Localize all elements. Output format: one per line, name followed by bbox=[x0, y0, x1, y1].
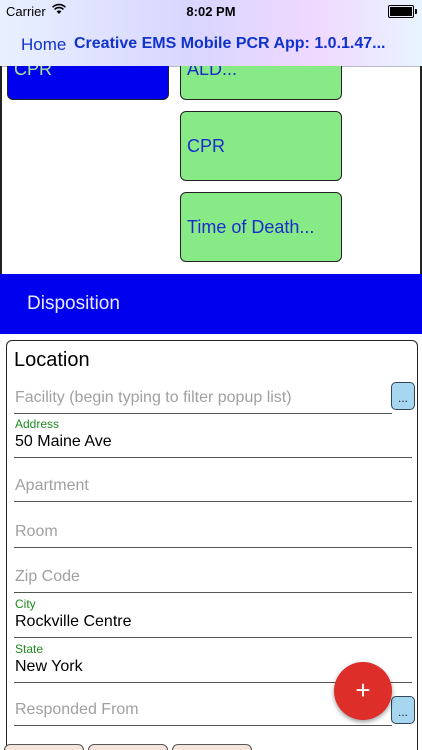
address-field[interactable]: Address 50 Maine Ave bbox=[14, 417, 412, 458]
state-value: New York bbox=[15, 658, 83, 675]
home-button[interactable]: Home bbox=[21, 35, 66, 55]
battery-icon bbox=[388, 5, 417, 18]
location-title: Location bbox=[14, 349, 90, 371]
bottom-tab-1[interactable] bbox=[4, 744, 84, 750]
disposition-header[interactable]: Disposition bbox=[0, 274, 422, 334]
address-value: 50 Maine Ave bbox=[15, 433, 112, 450]
responded-from-picker-button[interactable]: ... bbox=[391, 696, 415, 724]
city-field[interactable]: City Rockville Centre bbox=[14, 597, 412, 638]
facility-picker-button[interactable]: ... bbox=[391, 382, 415, 410]
status-time: 8:02 PM bbox=[186, 4, 236, 19]
zip-code-input[interactable]: Zip Code bbox=[14, 556, 412, 593]
bottom-tab-strip bbox=[0, 744, 422, 750]
state-label: State bbox=[15, 642, 44, 656]
page-title: Creative EMS Mobile PCR App: 1.0.1.47... bbox=[74, 35, 386, 52]
bottom-tab-2[interactable] bbox=[88, 744, 168, 750]
room-input[interactable]: Room bbox=[14, 511, 412, 548]
zip-code-placeholder: Zip Code bbox=[15, 568, 80, 585]
frame-border-left bbox=[0, 66, 2, 274]
status-bar: Carrier 8:02 PM bbox=[0, 0, 422, 22]
apartment-input[interactable]: Apartment bbox=[14, 465, 412, 502]
tile-cpr[interactable]: CPR bbox=[180, 111, 342, 181]
city-label: City bbox=[15, 597, 36, 611]
address-label: Address bbox=[15, 417, 60, 431]
facility-input[interactable]: Facility (begin typing to filter popup l… bbox=[14, 379, 392, 414]
responded-from-placeholder: Responded From bbox=[15, 701, 139, 718]
content-area: CPR ALD... CPR Time of Death... Disposit… bbox=[0, 66, 422, 750]
apartment-placeholder: Apartment bbox=[15, 477, 89, 494]
nav-header: Carrier 8:02 PM Home Creative EMS Mobile… bbox=[0, 0, 422, 67]
bottom-tab-3[interactable] bbox=[172, 744, 252, 750]
city-value: Rockville Centre bbox=[15, 613, 132, 630]
add-button[interactable]: + bbox=[334, 662, 392, 720]
room-placeholder: Room bbox=[15, 523, 58, 540]
tile-time-of-death[interactable]: Time of Death... bbox=[180, 192, 342, 262]
tile-ald[interactable]: ALD... bbox=[180, 66, 342, 100]
facility-placeholder: Facility (begin typing to filter popup l… bbox=[15, 389, 292, 406]
tile-cpr-selected[interactable]: CPR bbox=[7, 66, 169, 100]
